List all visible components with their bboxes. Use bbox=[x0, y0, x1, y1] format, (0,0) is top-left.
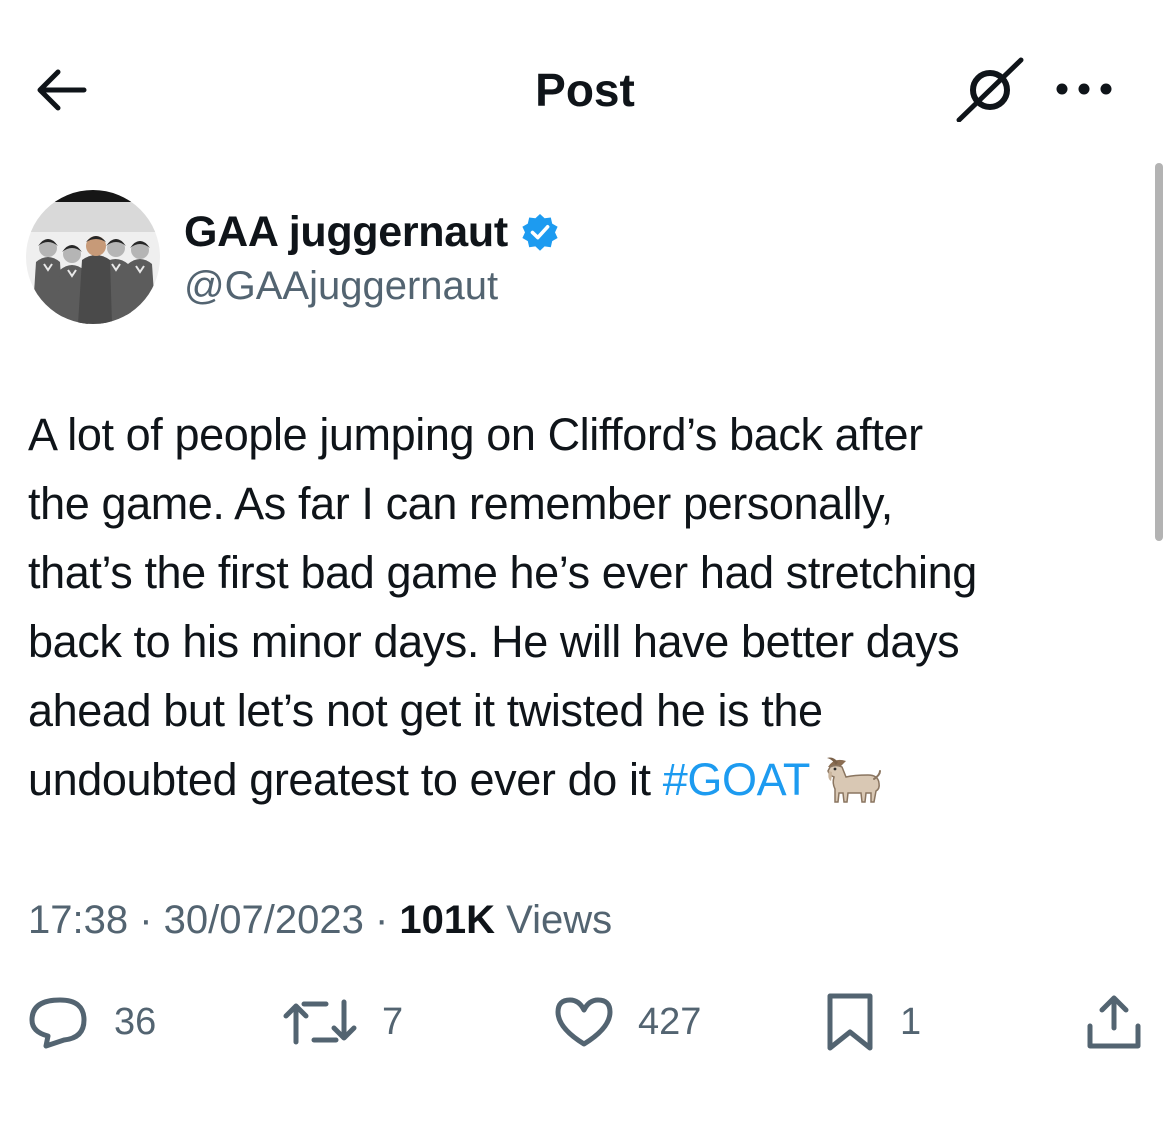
bookmark-icon bbox=[827, 993, 873, 1051]
repost-count: 7 bbox=[382, 1000, 404, 1043]
post-meta: 17:38 · 30/07/2023 · 101K Views bbox=[28, 892, 612, 948]
share-icon bbox=[1087, 995, 1141, 1049]
author-name-row[interactable]: GAA juggernaut bbox=[184, 204, 560, 260]
like-button[interactable]: 427 bbox=[554, 992, 701, 1052]
goat-emoji-icon bbox=[826, 757, 881, 803]
tweet-text: A lot of people jumping on Clifford’s ba… bbox=[28, 400, 1148, 814]
post-date: 30/07/2023 bbox=[163, 898, 364, 942]
hashtag-link[interactable]: #GOAT bbox=[663, 754, 811, 805]
meta-separator: · bbox=[128, 898, 164, 942]
bookmark-count: 1 bbox=[900, 1000, 922, 1043]
repost-icon bbox=[283, 999, 357, 1045]
share-button[interactable] bbox=[1084, 992, 1144, 1052]
reply-count: 36 bbox=[114, 1000, 157, 1043]
reply-button[interactable]: 36 bbox=[26, 992, 156, 1052]
scrollbar[interactable] bbox=[1155, 163, 1163, 541]
like-count: 427 bbox=[638, 1000, 702, 1043]
grok-icon bbox=[956, 57, 1024, 123]
tweet-text-body: A lot of people jumping on Clifford’s ba… bbox=[28, 409, 977, 805]
grok-button[interactable] bbox=[955, 56, 1025, 123]
post-time: 17:38 bbox=[28, 898, 129, 942]
author-name: GAA juggernaut bbox=[184, 207, 508, 256]
avatar-photo bbox=[26, 190, 160, 324]
avatar[interactable] bbox=[26, 190, 160, 324]
reply-icon bbox=[29, 997, 87, 1049]
author-handle[interactable]: @GAAjuggernaut bbox=[184, 262, 498, 310]
bookmark-button[interactable]: 1 bbox=[824, 992, 921, 1052]
heart-icon bbox=[555, 997, 613, 1047]
more-options-button[interactable] bbox=[1052, 74, 1116, 104]
repost-button[interactable]: 7 bbox=[282, 992, 403, 1052]
more-horizontal-icon bbox=[1056, 83, 1112, 95]
verified-badge-icon bbox=[522, 214, 558, 251]
views-label: Views bbox=[495, 898, 613, 942]
meta-separator: · bbox=[363, 898, 400, 942]
views-count[interactable]: 101K bbox=[399, 898, 495, 942]
